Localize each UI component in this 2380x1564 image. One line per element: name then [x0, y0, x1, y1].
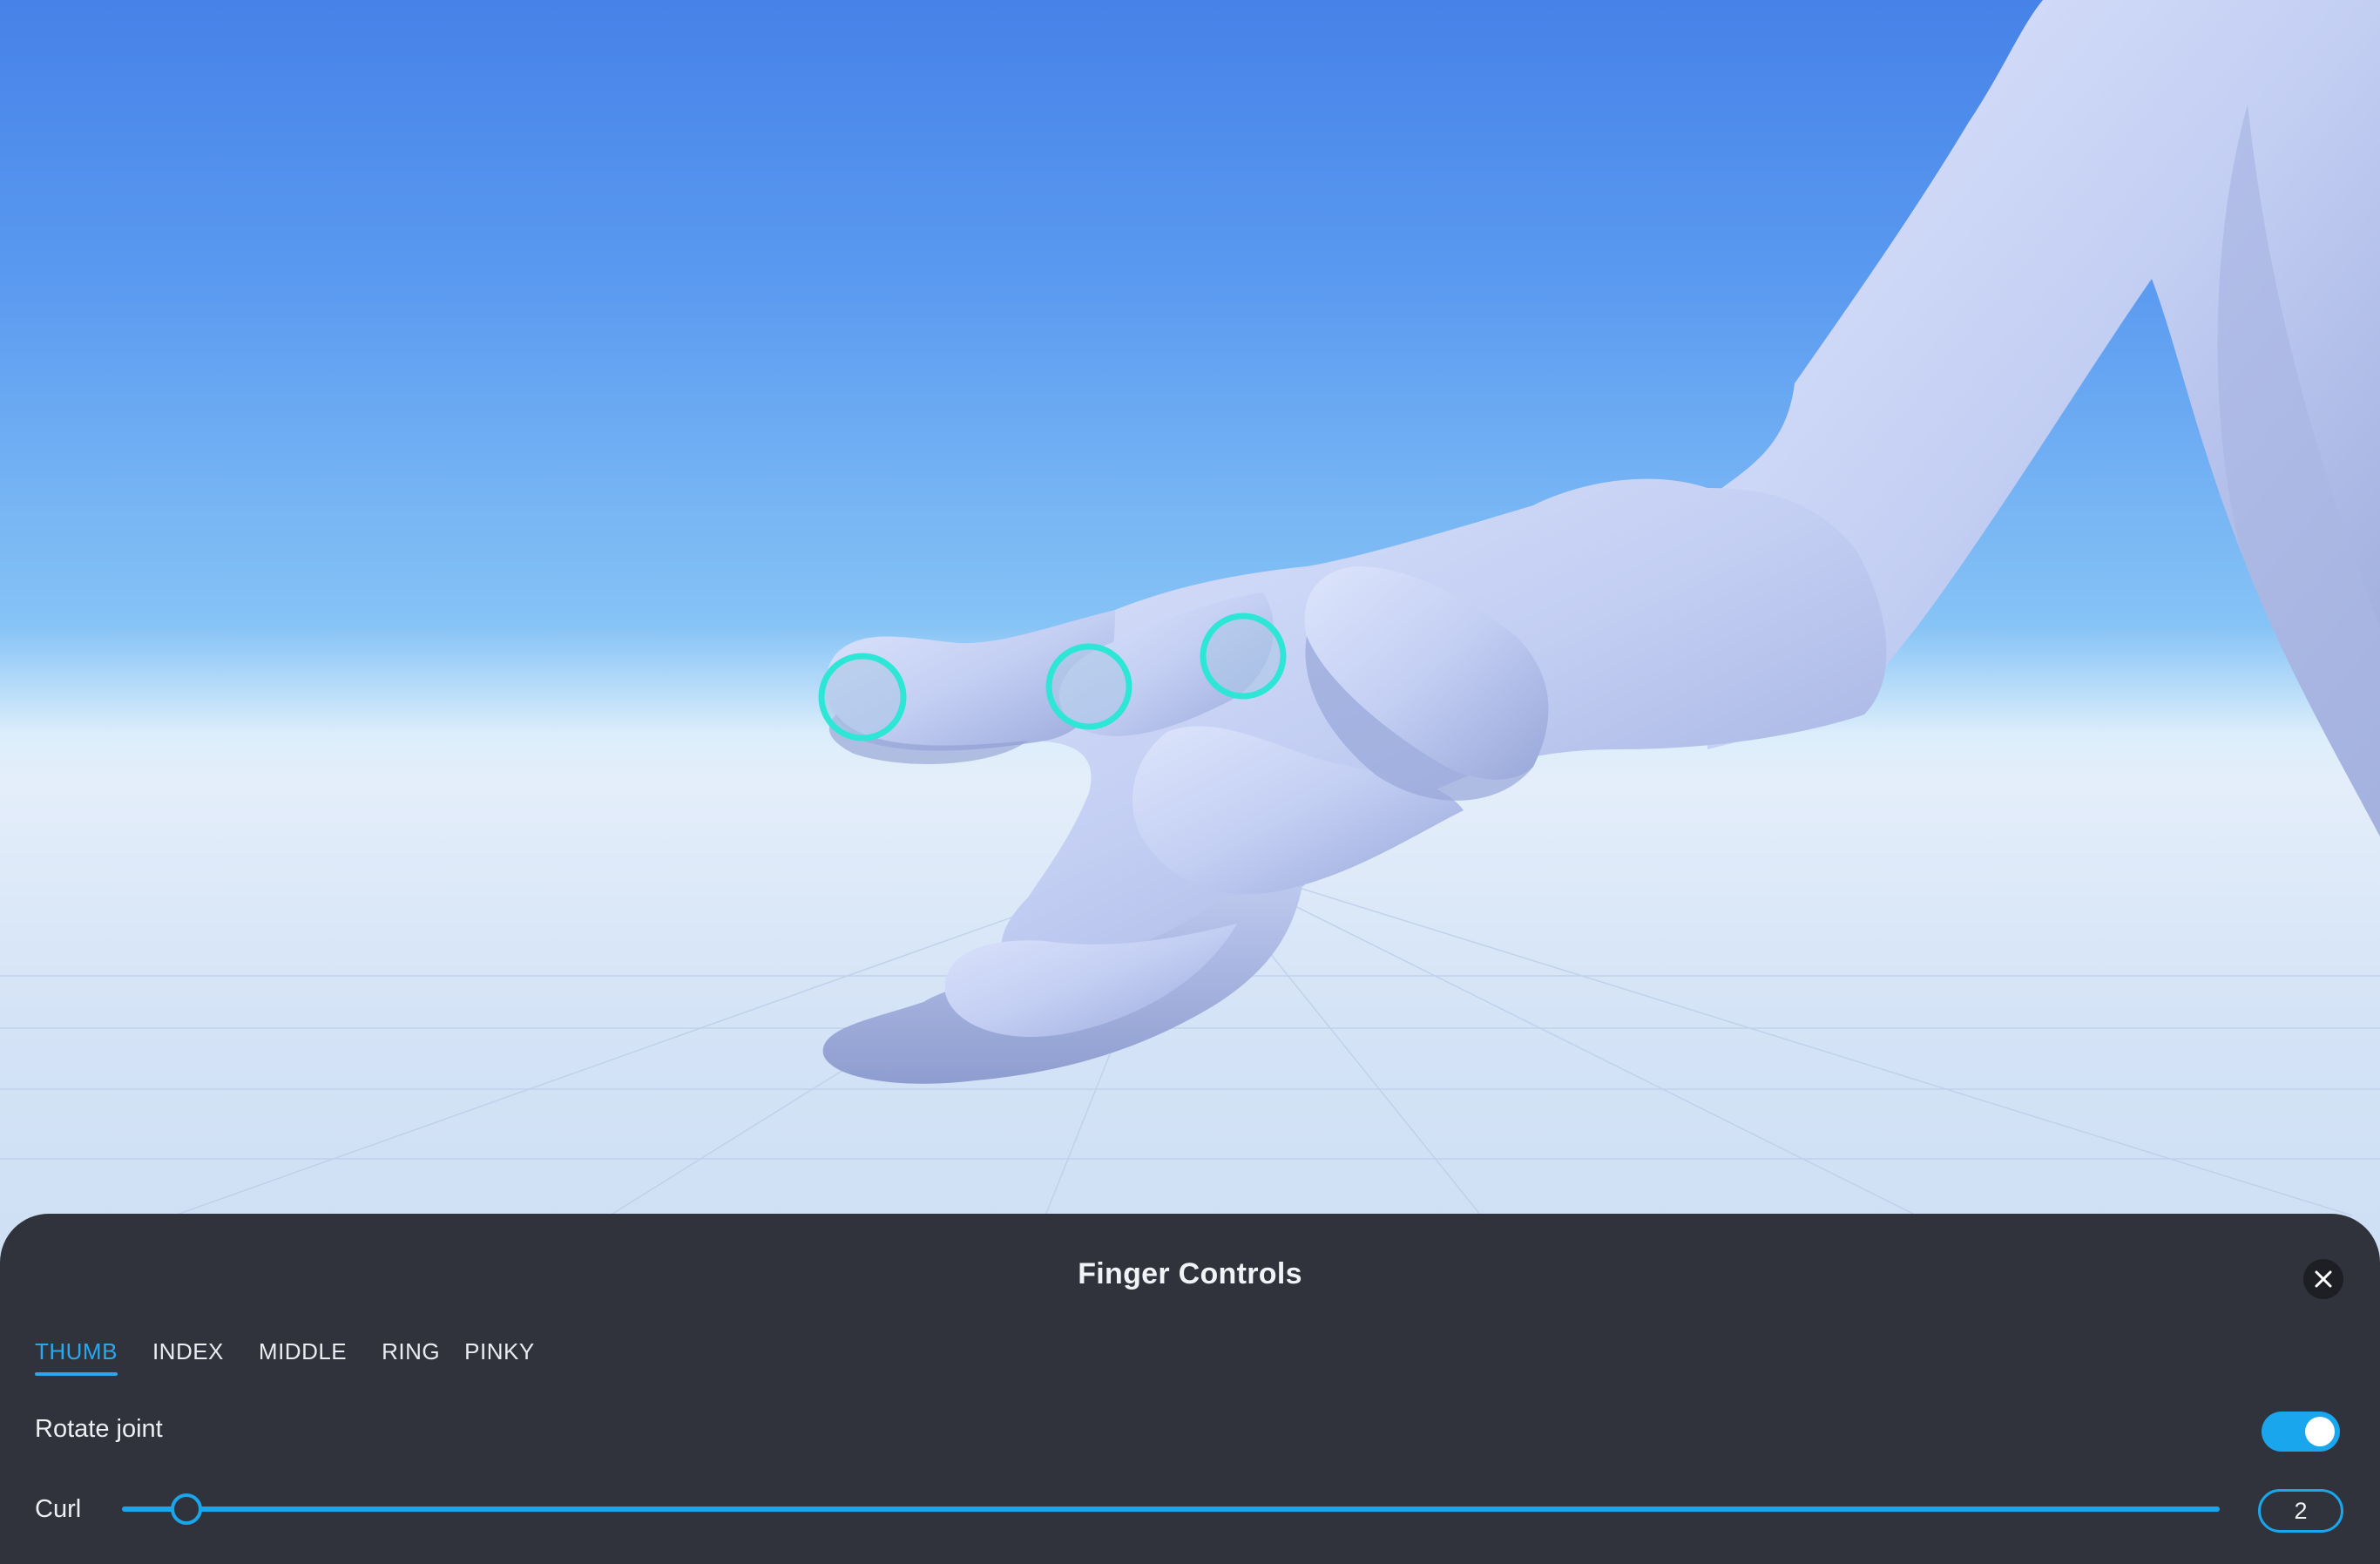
toggle-knob	[2305, 1417, 2335, 1446]
joint-handle[interactable]	[1200, 613, 1287, 700]
curl-value-input[interactable]: 2	[2258, 1489, 2343, 1533]
rotate-joint-label: Rotate joint	[35, 1415, 163, 1443]
joint-handle[interactable]	[818, 653, 907, 741]
curl-slider-track[interactable]	[122, 1506, 2220, 1512]
curl-label: Curl	[35, 1495, 82, 1523]
tab-thumb[interactable]: THUMB	[35, 1338, 118, 1376]
panel-title: Finger Controls	[1078, 1257, 1302, 1290]
rotate-joint-toggle[interactable]	[2262, 1412, 2340, 1452]
tab-ring[interactable]: RING	[382, 1338, 440, 1376]
tab-pinky[interactable]: PINKY	[464, 1338, 535, 1376]
close-icon	[2315, 1270, 2332, 1288]
curl-slider-thumb[interactable]	[171, 1493, 202, 1525]
finger-tabs: THUMB INDEX MIDDLE RING PINKY	[35, 1338, 570, 1376]
tab-index[interactable]: INDEX	[152, 1338, 224, 1376]
hand-model[interactable]	[822, 0, 2380, 1084]
joint-handle[interactable]	[1045, 643, 1133, 730]
tab-middle[interactable]: MIDDLE	[259, 1338, 347, 1376]
close-button[interactable]	[2303, 1259, 2343, 1299]
